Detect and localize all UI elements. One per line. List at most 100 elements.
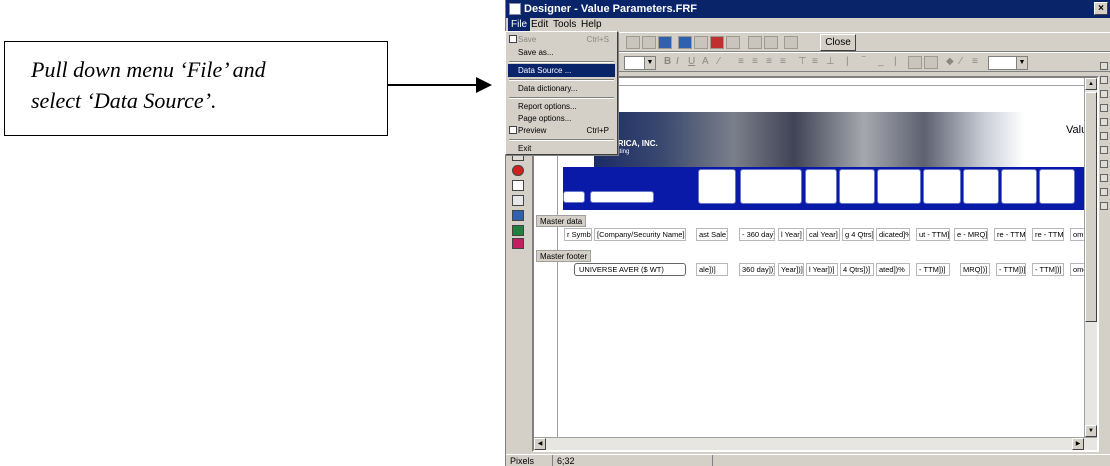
paste-icon[interactable] xyxy=(658,36,672,49)
frame-left-icon[interactable]: | xyxy=(846,56,849,67)
footer-field-indicated[interactable]: ated])% xyxy=(876,263,910,276)
frame-top-icon[interactable]: ‾ xyxy=(862,56,865,67)
font-color-icon[interactable]: A xyxy=(702,56,709,67)
frame-right-icon[interactable]: | xyxy=(894,56,897,67)
horizontal-scrollbar[interactable]: ◀ ▶ xyxy=(534,437,1097,450)
menu-item-data-dictionary[interactable]: Data dictionary... xyxy=(508,82,615,95)
field-ttm-2[interactable]: re - TTM]] xyxy=(1032,228,1064,241)
align-left-icon[interactable]: ≡ xyxy=(738,56,744,67)
close-button[interactable]: Close xyxy=(820,34,856,51)
align-center-icon[interactable]: ≡ xyxy=(752,56,758,67)
field-fiscal-year[interactable]: cal Year] xyxy=(806,228,840,241)
field-symbol[interactable]: r Symbol] xyxy=(564,228,592,241)
line-style-icon[interactable]: ≡ xyxy=(972,56,978,67)
align-icon[interactable] xyxy=(784,36,798,49)
frame-all-icon[interactable] xyxy=(908,56,922,69)
header-box[interactable] xyxy=(698,169,736,204)
align-centers-icon[interactable] xyxy=(1100,76,1108,84)
justify-icon[interactable]: ≡ xyxy=(780,56,786,67)
field-last-sale[interactable]: ast Sale] xyxy=(696,228,728,241)
header-box[interactable] xyxy=(1039,169,1075,204)
field-mrq[interactable]: e - MRQ]] xyxy=(954,228,988,241)
scroll-right-icon[interactable]: ▶ xyxy=(1072,438,1084,450)
header-box[interactable] xyxy=(590,191,654,203)
footer-field-ttm-2[interactable]: - TTM])] xyxy=(1032,263,1064,276)
footer-field-fiscal-year[interactable]: l Year])] xyxy=(806,263,838,276)
footer-field-360-day[interactable]: 360 day])] xyxy=(739,263,775,276)
insert-field-icon[interactable] xyxy=(694,36,708,49)
menu-file[interactable]: File xyxy=(508,18,531,32)
new-band-icon[interactable] xyxy=(678,36,692,49)
copy-icon[interactable] xyxy=(642,36,656,49)
header-box[interactable] xyxy=(740,169,802,204)
scroll-down-icon[interactable]: ▼ xyxy=(1085,425,1097,437)
align-left-edges-icon[interactable] xyxy=(1100,62,1108,70)
menu-tools[interactable]: Tools xyxy=(550,18,579,32)
footer-field-last-sale[interactable]: ale])] xyxy=(696,263,728,276)
master-data-band-label[interactable]: Master data xyxy=(536,215,587,227)
space-horizontal-icon[interactable] xyxy=(1100,146,1108,154)
same-width-icon[interactable] xyxy=(1100,188,1108,196)
image-tool-icon[interactable] xyxy=(512,195,524,206)
universe-average-field[interactable]: UNIVERSE AVER ($ WT) xyxy=(574,263,686,276)
field-360-day[interactable]: - 360 day] xyxy=(739,228,775,241)
align-tops-icon[interactable] xyxy=(1100,104,1108,112)
barcode-tool-icon[interactable] xyxy=(512,238,524,249)
field-4-qtrs[interactable]: g 4 Qtrs] xyxy=(842,228,874,241)
align-right-edges-icon[interactable] xyxy=(1100,90,1108,98)
menu-item-preview[interactable]: Preview Ctrl+P xyxy=(508,124,615,137)
align-middles-icon[interactable] xyxy=(1100,118,1108,126)
grid-icon[interactable] xyxy=(726,36,740,49)
footer-field-4-qtrs[interactable]: 4 Qtrs])] xyxy=(840,263,874,276)
shape-tool-icon[interactable] xyxy=(512,225,524,236)
header-box[interactable] xyxy=(805,169,837,204)
field-ttm-1[interactable]: re - TTM]] xyxy=(994,228,1026,241)
vertical-scrollbar[interactable]: ▲ ▼ xyxy=(1084,78,1097,450)
underline-icon[interactable]: U xyxy=(688,56,695,67)
highlight-icon[interactable]: ∕ xyxy=(718,56,720,67)
bold-icon[interactable]: B xyxy=(664,56,671,67)
footer-field-year[interactable]: Year])] xyxy=(778,263,804,276)
header-box[interactable] xyxy=(963,169,999,204)
window-close-icon[interactable]: × xyxy=(1094,2,1108,15)
checkbox-tool-icon[interactable] xyxy=(512,180,524,191)
menu-item-save[interactable]: Save Ctrl+S xyxy=(508,33,615,46)
menu-item-exit[interactable]: Exit xyxy=(508,142,615,155)
scroll-up-icon[interactable]: ▲ xyxy=(1085,78,1097,90)
field-indicated[interactable]: dicated]% xyxy=(876,228,910,241)
center-window-icon[interactable] xyxy=(1100,174,1108,182)
frame-bottom-icon[interactable]: _ xyxy=(878,56,884,67)
header-box[interactable] xyxy=(923,169,961,204)
footer-field-payout-ttm[interactable]: - TTM])] xyxy=(916,263,950,276)
valign-middle-icon[interactable]: ≡ xyxy=(812,56,818,67)
chart-tool-icon[interactable] xyxy=(512,165,524,176)
object-icon[interactable] xyxy=(764,36,778,49)
italic-icon[interactable]: I xyxy=(676,56,679,67)
align-bottoms-icon[interactable] xyxy=(1100,132,1108,140)
table-icon[interactable] xyxy=(748,36,762,49)
menu-help[interactable]: Help xyxy=(578,18,605,32)
header-box[interactable] xyxy=(1001,169,1037,204)
header-box[interactable] xyxy=(839,169,875,204)
memo-tool-icon[interactable] xyxy=(512,210,524,221)
field-company[interactable]: [Company/Security Name] xyxy=(594,228,686,241)
header-box[interactable] xyxy=(877,169,921,204)
line-width-combo[interactable]: ▼ xyxy=(988,56,1028,70)
cut-icon[interactable] xyxy=(626,36,640,49)
scroll-thumb[interactable] xyxy=(1085,92,1097,322)
fill-color-icon[interactable]: ◆ xyxy=(946,56,954,67)
valign-bottom-icon[interactable]: ⊥ xyxy=(826,56,835,67)
valign-top-icon[interactable]: ⊤ xyxy=(798,56,807,67)
menu-item-save-as[interactable]: Save as... xyxy=(508,46,615,59)
font-size-combo[interactable]: ▼ xyxy=(624,56,656,70)
header-box[interactable] xyxy=(563,191,585,203)
footer-field-mrq[interactable]: MRQ])] xyxy=(960,263,990,276)
frame-none-icon[interactable] xyxy=(924,56,938,69)
menu-edit[interactable]: Edit xyxy=(528,18,551,32)
space-vertical-icon[interactable] xyxy=(1100,160,1108,168)
align-right-icon[interactable]: ≡ xyxy=(766,56,772,67)
line-color-icon[interactable]: ∕ xyxy=(960,56,962,67)
master-footer-band-label[interactable]: Master footer xyxy=(536,250,592,262)
same-height-icon[interactable] xyxy=(1100,202,1108,210)
field-year[interactable]: l Year] xyxy=(778,228,804,241)
